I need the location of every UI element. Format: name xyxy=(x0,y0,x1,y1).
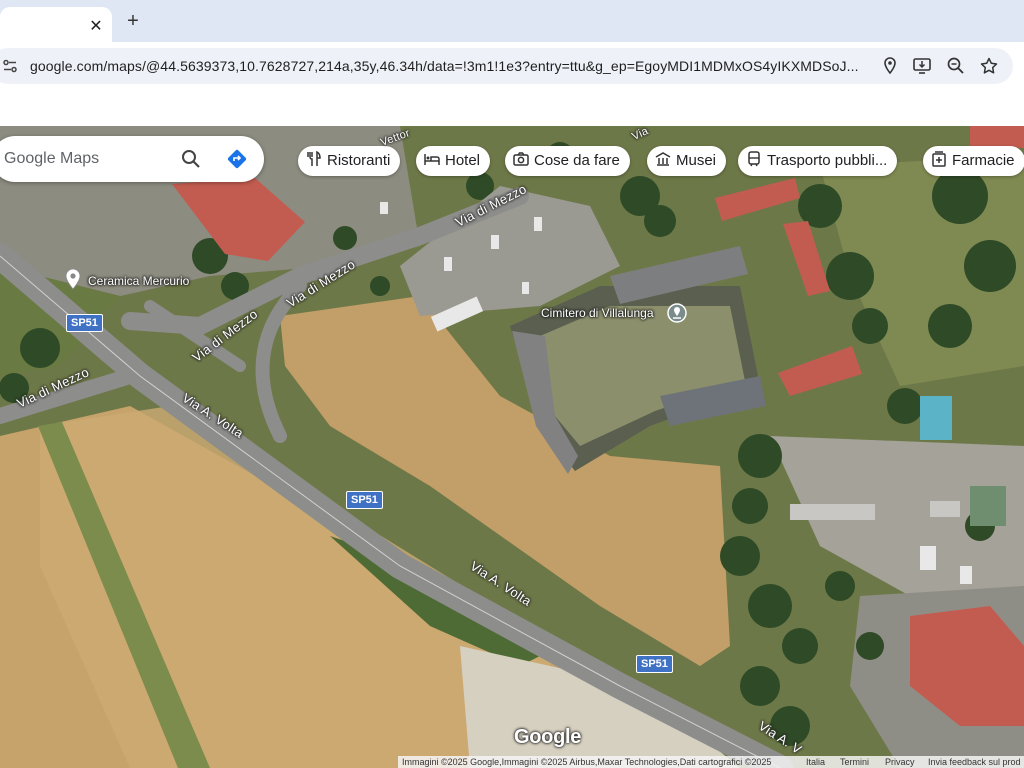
privacy-link[interactable]: Privacy xyxy=(885,756,915,768)
tab-strip: ✕ + xyxy=(0,0,1024,42)
zoom-icon[interactable] xyxy=(946,56,966,76)
new-tab-button[interactable]: + xyxy=(122,9,144,33)
url-text[interactable]: google.com/maps/@44.5639373,10.7628727,2… xyxy=(30,57,858,75)
chip-restaurants[interactable]: Ristoranti xyxy=(298,146,401,176)
imagery-attribution: Immagini ©2025 Google,Immagini ©2025 Air… xyxy=(402,757,772,767)
chip-museums[interactable]: Musei xyxy=(647,146,727,176)
browser-toolbar: google.com/maps/@44.5639373,10.7628727,2… xyxy=(0,42,1024,126)
directions-icon[interactable] xyxy=(226,148,248,170)
satellite-map[interactable]: Google Maps Ristoranti Hotel Cose da far… xyxy=(0,126,1024,768)
search-icon[interactable] xyxy=(180,148,202,170)
site-settings-icon[interactable] xyxy=(2,58,18,74)
chip-things-to-do[interactable]: Cose da fare xyxy=(505,146,630,176)
install-app-icon[interactable] xyxy=(912,56,932,76)
chip-transit[interactable]: Trasporto pubbli... xyxy=(738,146,898,176)
chip-label: Cose da fare xyxy=(534,152,620,169)
chip-label: Musei xyxy=(676,152,717,169)
chip-label: Hotel xyxy=(445,152,481,169)
chip-hotel[interactable]: Hotel xyxy=(416,146,491,176)
place-label-ceramica-mercurio[interactable]: Ceramica Mercurio xyxy=(88,274,189,288)
region-link[interactable]: Italia xyxy=(806,756,825,768)
camera-icon xyxy=(513,152,529,166)
place-label-cimitero-di-villalunga[interactable]: Cimitero di Villalunga xyxy=(541,306,654,320)
location-icon[interactable] xyxy=(880,56,900,76)
tab-close-icon[interactable]: ✕ xyxy=(86,17,106,37)
search-input[interactable]: Google Maps xyxy=(4,150,99,168)
pharmacy-icon xyxy=(932,151,946,167)
maps-search-box[interactable]: Google Maps xyxy=(0,136,264,182)
chip-label: Trasporto pubbli... xyxy=(767,152,888,169)
route-shield-sp51: SP51 xyxy=(636,655,673,673)
bookmark-star-icon[interactable] xyxy=(979,56,999,76)
satellite-imagery[interactable] xyxy=(0,126,1024,768)
attribution-bar: Immagini ©2025 Google,Immagini ©2025 Air… xyxy=(398,756,1024,768)
browser-tab[interactable]: ✕ xyxy=(0,7,112,42)
transit-icon xyxy=(748,151,760,167)
restaurant-icon xyxy=(307,151,321,166)
place-pin-icon[interactable] xyxy=(62,268,84,290)
chip-label: Ristoranti xyxy=(327,152,391,169)
chip-label: Farmacie xyxy=(952,152,1015,169)
cemetery-pin-icon[interactable] xyxy=(666,302,688,324)
address-bar[interactable]: google.com/maps/@44.5639373,10.7628727,2… xyxy=(0,48,1013,84)
museum-icon xyxy=(655,152,671,166)
terms-link[interactable]: Termini xyxy=(840,756,869,768)
chip-pharmacies[interactable]: Farmacie xyxy=(923,146,1024,176)
feedback-link[interactable]: Invia feedback sul prod xyxy=(928,756,1021,768)
route-shield-sp51: SP51 xyxy=(66,314,103,332)
google-logo: Google xyxy=(514,726,582,748)
route-shield-sp51: SP51 xyxy=(346,491,383,509)
hotel-icon xyxy=(424,154,440,165)
